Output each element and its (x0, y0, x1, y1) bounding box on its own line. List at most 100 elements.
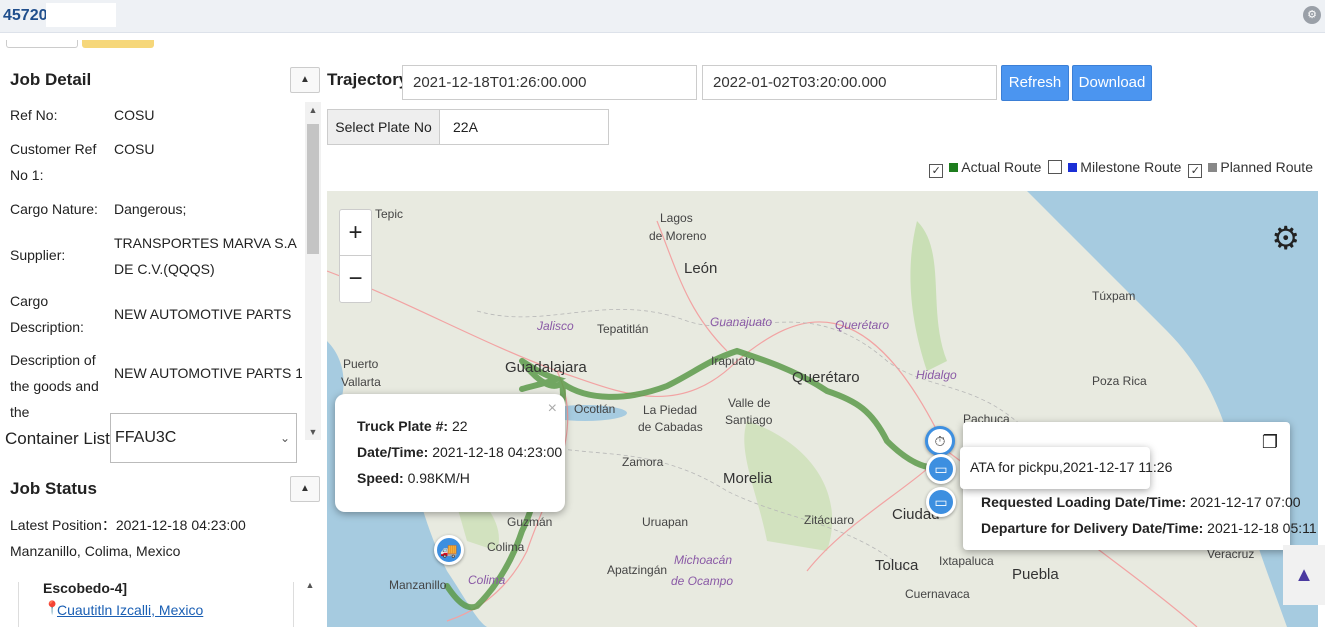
map-label: Colima (487, 540, 525, 554)
job-status-title: Job Status (10, 479, 97, 498)
scroll-up-arrow-icon[interactable]: ▲ (305, 105, 321, 115)
job-detail-scrollbar[interactable]: ▲ ▼ (305, 102, 321, 440)
start-date-input[interactable]: 2021-12-18T01:26:00.000 (402, 65, 697, 100)
download-button[interactable]: Download (1072, 65, 1152, 101)
truck-marker-icon[interactable]: 🚚 (434, 535, 464, 565)
container-list-label: Container List : (5, 429, 120, 448)
scroll-down-arrow-icon[interactable]: ▼ (305, 427, 321, 437)
map-label: Poza Rica (1092, 374, 1147, 388)
refresh-button[interactable]: Refresh (1001, 65, 1069, 101)
job-detail-collapse-button[interactable]: ▲ (290, 67, 320, 93)
plate-value: 22A (453, 119, 478, 135)
top-bar: 45720 ⚙ (0, 0, 1325, 33)
copy-icon[interactable]: ❐ (1262, 432, 1278, 453)
field-value: Dangerous; (114, 201, 187, 217)
map-label: Valle de (728, 396, 771, 410)
flag-marker-icon[interactable]: ▭ (926, 454, 956, 484)
map-label: Hidalgo (916, 368, 957, 382)
job-detail-title: Job Detail (10, 70, 92, 89)
requested-line: Requested Loading Date/Time: 2021-12-17 … (981, 494, 1301, 510)
map-label: Puebla (1012, 566, 1059, 583)
actual-route-swatch (949, 163, 959, 172)
settings-circle-icon[interactable]: ⚙ (1303, 6, 1321, 24)
clock-marker-icon[interactable]: ⏱ (925, 426, 955, 456)
end-date-input[interactable]: 2022-01-02T03:20:00.000 (702, 65, 997, 100)
map-view[interactable]: Tepic Lagos de Moreno León Túxpam Jalisc… (327, 191, 1318, 627)
truck-speed-line: Speed: 0.98KM/H (357, 470, 470, 486)
truck-plate-value: 22 (451, 418, 468, 434)
map-label: Guanajuato (710, 315, 773, 329)
route-legend: ✓ Actual Route Milestone Route ✓ Planned R… (926, 159, 1313, 178)
close-icon[interactable]: × (548, 400, 557, 418)
map-label: La Piedad (643, 403, 698, 417)
flag-marker-icon[interactable]: ▭ (926, 487, 956, 517)
actual-route-checkbox[interactable]: ✓ (929, 164, 944, 178)
trajectory-panel: Trajectory 2021-12-18T01:26:00.000 2022-… (322, 40, 1325, 627)
departure-label: Departure for Delivery Date/Time: (981, 520, 1204, 536)
map-label: Tepatitlán (597, 322, 649, 336)
milestone-route-checkbox[interactable] (1048, 160, 1063, 174)
field-value: COSU (114, 107, 155, 123)
field-value: NEW AUTOMOTIVE PARTS 1Ca (114, 365, 302, 381)
zoom-out-button[interactable]: − (340, 256, 371, 302)
scroll-to-top-button[interactable]: ▲ (1283, 545, 1325, 605)
zoom-in-button[interactable]: + (340, 210, 371, 256)
requested-value: 2021-12-17 07:00 (1190, 494, 1301, 510)
scrollbar-thumb[interactable] (307, 124, 319, 254)
trajectory-title: Trajectory (327, 70, 409, 89)
map-label: Zitácuaro (804, 513, 855, 527)
map-label: Irapuato (711, 354, 756, 368)
milestone-route-label: Milestone Route (1080, 159, 1182, 175)
left-panel: Job Detail ▲ Ref No: COSU Customer Ref N… (0, 40, 322, 627)
job-detail-fields: Ref No: COSU Customer Ref No 1: COSU Car… (0, 98, 322, 443)
truck-plate-label: Truck Plate #: (357, 418, 449, 434)
gear-icon[interactable]: ⚙ (1271, 219, 1300, 257)
truck-date-value: 2021-12-18 04:23:00 (432, 444, 563, 460)
map-label: de Moreno (649, 229, 707, 243)
map-label: Colima (468, 573, 506, 587)
plate-label: Select Plate No (328, 110, 440, 144)
map-label: Puerto (343, 357, 379, 371)
map-label: Manzanillo (389, 578, 447, 592)
departure-line: Departure for Delivery Date/Time: 2021-1… (981, 520, 1317, 536)
plate-select[interactable]: Select Plate No 22A (327, 109, 609, 145)
truck-info-popup: × Truck Plate #: 22 Date/Time: 2021-12-1… (335, 394, 565, 512)
map-label: Jalisco (537, 319, 574, 333)
container-list-value: FFAU3C (115, 429, 177, 446)
planned-route-swatch (1208, 163, 1218, 172)
map-label: Vallarta (341, 375, 381, 389)
location-link[interactable]: Cuautitln Izcalli, Mexico (57, 602, 203, 618)
map-label: Cuernavaca (905, 587, 970, 601)
map-label: Ocotlán (574, 402, 616, 416)
map-label: Guzmán (507, 515, 553, 529)
map-label: Guadalajara (505, 359, 587, 376)
job-status-collapse-button[interactable]: ▲ (290, 476, 320, 502)
zoom-control: + − (339, 209, 372, 303)
actual-route-label: Actual Route (961, 159, 1042, 175)
field-label: Ref No: (10, 107, 58, 123)
status-card: Escobedo-4] 📍 Cuautitln Izcalli, Mexico (18, 580, 294, 627)
map-label: León (684, 260, 718, 277)
status-card-title: Escobedo-4] (43, 580, 128, 596)
truck-plate-line: Truck Plate #: 22 (357, 418, 468, 434)
ata-tooltip: ATA for pickpu,2021-12-17 11:26 (960, 447, 1172, 489)
field-label: Supplier: (10, 247, 66, 263)
container-list-select[interactable]: FFAU3C ⌄ (110, 413, 297, 463)
truck-speed-value: 0.98KM/H (407, 470, 470, 486)
map-label: de Cabadas (638, 420, 703, 434)
planned-route-checkbox[interactable]: ✓ (1188, 164, 1203, 178)
map-label: Zamora (622, 455, 664, 469)
job-id: 45720 (3, 7, 48, 24)
map-label: Uruapan (642, 515, 689, 529)
stub-button-1[interactable] (6, 40, 78, 48)
milestone-route-swatch (1068, 163, 1078, 172)
ata-text: ATA for pickpu,2021-12-17 11:26 (970, 459, 1173, 475)
field-value: TRANSPORTES MARVA S.A DE C.V.(QQQS) (114, 235, 297, 277)
status-scroll-up-icon[interactable]: ▲ (302, 580, 318, 627)
chevron-down-icon: ⌄ (279, 431, 290, 445)
redacted-area (46, 3, 116, 27)
map-label: Apatzingán (607, 563, 668, 577)
stub-button-2[interactable] (82, 40, 154, 48)
map-label: Morelia (723, 470, 773, 487)
field-value: COSU (114, 141, 155, 157)
